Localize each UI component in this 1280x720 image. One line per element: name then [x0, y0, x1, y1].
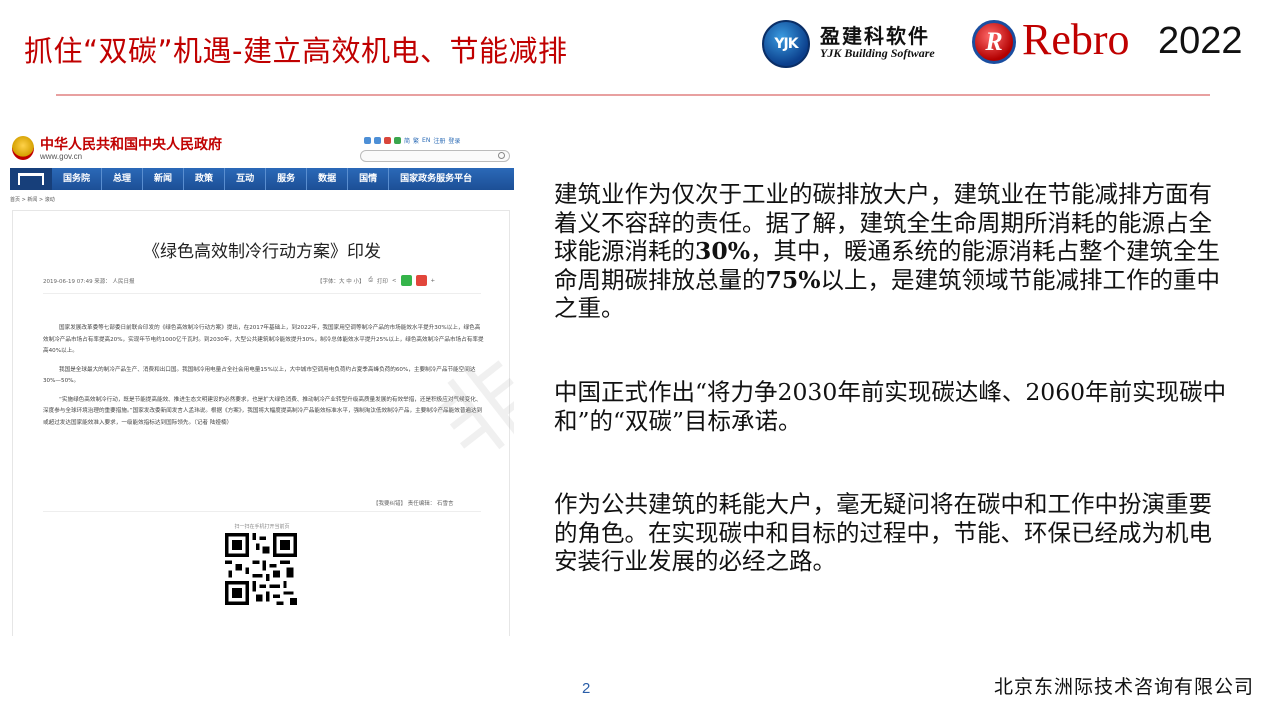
yjk-company-english: YJK Building Software: [820, 46, 935, 60]
gov-site-url: www.gov.cn: [40, 152, 83, 161]
font-size-tools: 【字体：大 中 小】: [317, 278, 365, 285]
weibo-icon: [384, 137, 391, 144]
more-icon: +: [430, 277, 436, 284]
article-card: 《绿色高效制冷行动方案》印发 2019-06-19 07:49 来源： 人民日报…: [12, 210, 510, 636]
brand-year: 2022: [1158, 20, 1243, 62]
gov-utility-links: 简 繁 EN 注册 登录: [364, 136, 460, 145]
rebro-logo-icon: R: [972, 20, 1016, 64]
body-paragraph-2: 中国正式作出“将力争2030年前实现碳达峰、2060年前实现碳中和”的“双碳”目…: [554, 378, 1227, 435]
util-link: 注册: [433, 138, 446, 145]
util-link: 登录: [448, 138, 461, 145]
slide-title: 抓住“双碳”机遇-建立高效机电、节能减排: [24, 34, 568, 68]
qr-code-icon: [225, 533, 297, 605]
print-label: 打印: [376, 278, 388, 285]
breadcrumb-item: 新闻: [27, 197, 38, 203]
p1-highlight-75: 75%: [765, 265, 821, 294]
breadcrumb-item: 首页: [10, 197, 21, 203]
weibo-share-icon: [415, 275, 427, 286]
body-paragraph-1: 建筑业作为仅次于工业的碳排放大户，建筑业在节能减排方面有着义不容辞的责任。据了解…: [554, 180, 1234, 323]
editor-line: 【我要纠错】 责任编辑： 石雪言: [373, 501, 454, 507]
gov-nav-bar: 国务院 总理 新闻 政策 互动 服务 数据 国情 国家政务服务平台: [10, 168, 514, 190]
breadcrumb-item: 滚动: [44, 197, 55, 203]
title-divider: [56, 94, 1210, 96]
nav-item: 国情: [348, 168, 390, 190]
article-title: 《绿色高效制冷行动方案》印发: [143, 242, 381, 262]
page-number: 2: [582, 680, 591, 697]
gov-search-input: [360, 150, 510, 162]
wechat-icon: [394, 137, 401, 144]
search-icon: [498, 152, 505, 159]
share-icon: <: [391, 277, 397, 284]
nav-item: 互动: [225, 168, 267, 190]
yjk-company-name: 盈建科软件: [820, 24, 930, 48]
qr-caption: 扫一扫在手机打开当前页: [234, 524, 290, 530]
nav-item: 国家政务服务平台: [400, 174, 473, 184]
rebro-brand-name: Rebro: [1022, 15, 1130, 64]
gov-site-name: 中华人民共和国中央人民政府: [40, 137, 222, 153]
p1-highlight-30: 30%: [695, 237, 751, 265]
nav-item: 总理: [102, 168, 144, 190]
editor-divider: [43, 511, 481, 512]
util-link: 简: [404, 138, 411, 145]
embedded-webpage-screenshot: 中华人民共和国中央人民政府 www.gov.cn 简 繁 EN 注册 登录 国务…: [10, 130, 514, 636]
national-emblem-icon: [12, 136, 34, 160]
breadcrumb: 首页 > 新闻 > 滚动: [10, 197, 55, 203]
print-icon: ⎙: [368, 277, 373, 283]
article-paragraph: 国家发展改革委等七部委日前联合印发的《绿色高效制冷行动方案》提出，在2017年基…: [43, 325, 484, 354]
meta-divider: [43, 293, 481, 294]
nav-item: 数据: [307, 168, 349, 190]
article-paragraph: “实施绿色高效制冷行动，既是节能提高能效、推进生态文明建设的必然要求，也是扩大绿…: [43, 396, 483, 426]
home-gate-icon: [10, 168, 52, 190]
util-link: EN: [422, 137, 431, 144]
nav-item: 政策: [184, 168, 226, 190]
wechat-share-icon: [400, 275, 412, 286]
gov-site-header: 中华人民共和国中央人民政府 www.gov.cn 简 繁 EN 注册 登录: [10, 130, 514, 170]
nav-item: 服务: [266, 168, 308, 190]
article-body: 国家发展改革委等七部委日前联合印发的《绿色高效制冷行动方案》提出，在2017年基…: [43, 323, 485, 436]
article-tools: 【字体：大 中 小】 ⎙ 打印 < +: [317, 275, 435, 286]
article-paragraph: 我国是全球最大的制冷产品生产、消费和出口国。我国制冷用电量占全社会用电量15%以…: [43, 366, 476, 385]
util-link: 繁: [413, 138, 420, 145]
yjk-logo-icon: YJK: [762, 20, 810, 68]
logo-area: YJK 盈建科软件 YJK Building Software R Rebro …: [762, 15, 1262, 72]
nav-item: 国务院: [52, 168, 103, 190]
body-paragraph-3: 作为公共建筑的耗能大户，毫无疑问将在碳中和工作中扮演重要的角色。在实现碳中和目标…: [554, 490, 1212, 575]
mail-icon: [364, 137, 371, 144]
company-name: 北京东洲际技术咨询有限公司: [993, 676, 1254, 698]
phone-icon: [374, 137, 381, 144]
nav-item: 新闻: [143, 168, 185, 190]
article-meta: 2019-06-19 07:49 来源： 人民日报: [43, 279, 135, 285]
